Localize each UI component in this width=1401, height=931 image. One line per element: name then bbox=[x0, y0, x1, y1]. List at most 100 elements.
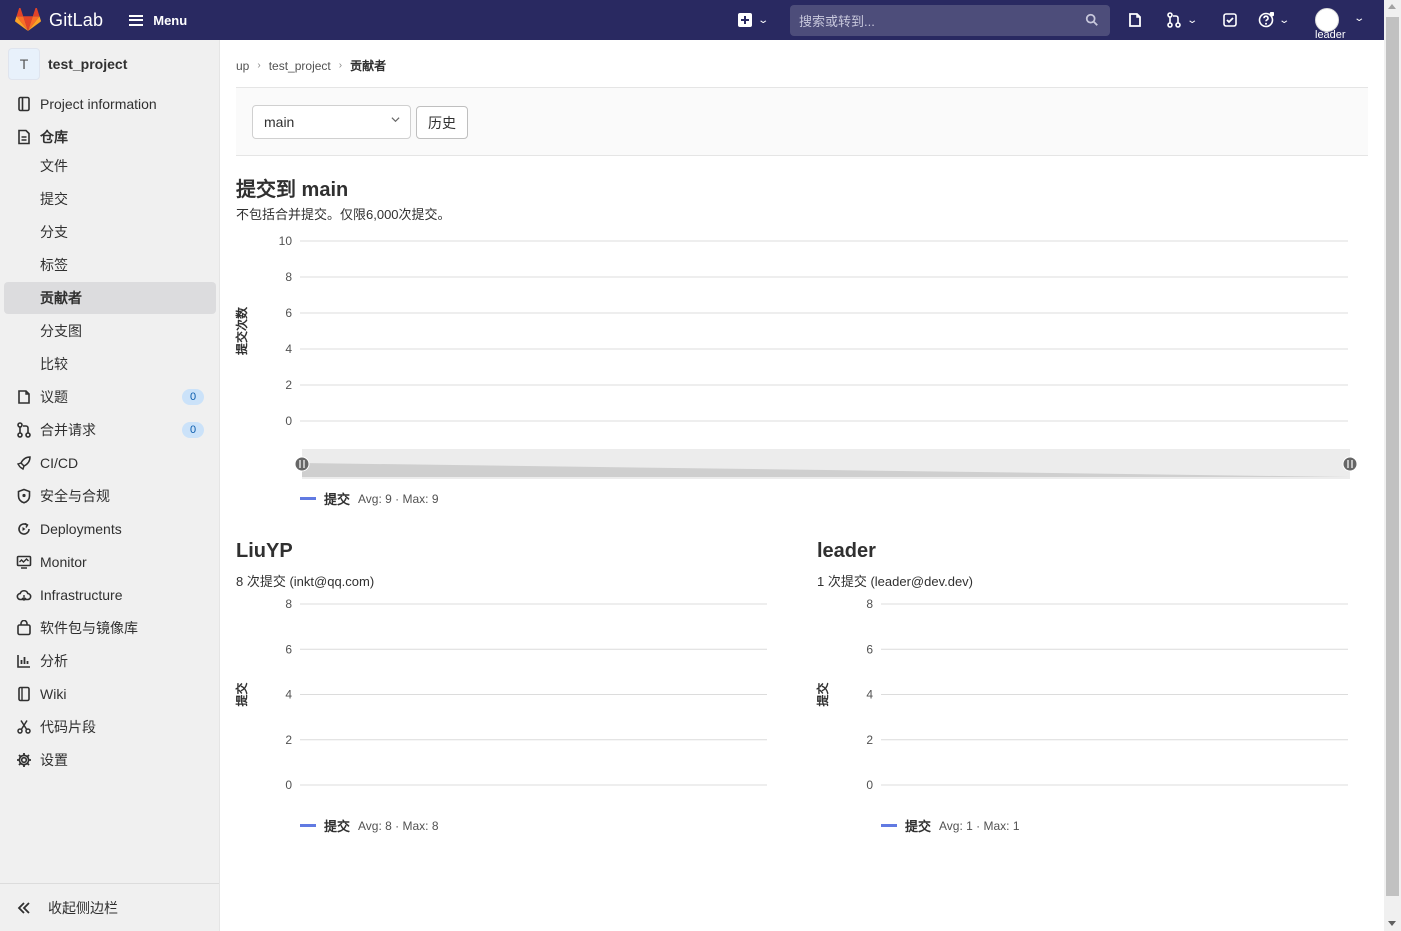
branch-select[interactable]: main bbox=[252, 105, 411, 139]
sidebar-item-tags[interactable]: 标签 bbox=[4, 249, 216, 281]
menu-button[interactable]: Menu bbox=[129, 13, 187, 28]
main-commits-chart: 10 8 6 4 2 0 提交次数 bbox=[234, 234, 1358, 479]
sidebar-item-snippets[interactable]: 代码片段 bbox=[4, 711, 216, 743]
sidebar-item-deployments[interactable]: Deployments bbox=[4, 513, 216, 545]
sidebar-item-label: 合并请求 bbox=[40, 422, 96, 438]
merge-requests-button[interactable]: ⌄ bbox=[1166, 10, 1198, 30]
chevron-right-icon: › bbox=[257, 60, 261, 71]
zoom-handle[interactable] bbox=[1342, 456, 1358, 472]
scroll-up-arrow-icon[interactable] bbox=[1388, 4, 1396, 9]
breadcrumb-item[interactable]: test_project bbox=[269, 59, 331, 73]
sidebar-project-header[interactable]: T test_project bbox=[0, 40, 219, 87]
deployments-icon bbox=[18, 522, 30, 535]
legend-series-name: 提交 bbox=[905, 819, 932, 834]
y-tick-label: 6 bbox=[866, 642, 873, 656]
sidebar: T test_project Project information 仓库 文件… bbox=[0, 40, 220, 931]
sidebar-item-label: Monitor bbox=[40, 554, 87, 570]
gitlab-logo[interactable]: GitLab bbox=[15, 8, 103, 32]
brand-name: GitLab bbox=[49, 9, 104, 30]
sidebar-item-label: 标签 bbox=[40, 257, 68, 273]
sidebar-item-graph[interactable]: 分支图 bbox=[4, 315, 216, 347]
y-tick-label: 4 bbox=[866, 688, 873, 702]
zoom-handle-knob bbox=[1342, 456, 1358, 472]
search-input[interactable]: 搜索或转到... bbox=[790, 5, 1110, 36]
book-icon bbox=[18, 686, 30, 702]
sidebar-item-project-information[interactable]: Project information bbox=[4, 88, 216, 120]
page-title: 提交到 main bbox=[236, 179, 349, 201]
y-axis-title: 提交 bbox=[815, 682, 830, 706]
sidebar-item-settings[interactable]: 设置 bbox=[4, 744, 216, 776]
top-navbar: GitLab Menu ⌄ 搜索或转到... ⌄ ⌄ leader ⌄ bbox=[0, 0, 1384, 41]
contributor-chart-legend: 提交 Avg: 1 · Max: 1 bbox=[881, 816, 1020, 835]
breadcrumb-item[interactable]: up bbox=[236, 59, 249, 73]
y-tick-label: 6 bbox=[285, 306, 292, 320]
monitor-icon bbox=[16, 555, 32, 569]
chevron-down-icon: ⌄ bbox=[1278, 14, 1291, 26]
y-tick-label: 8 bbox=[285, 270, 292, 284]
scroll-down-arrow-icon[interactable] bbox=[1388, 921, 1396, 926]
info-icon bbox=[18, 96, 30, 112]
legend-stats: Avg: 1 · Max: 1 bbox=[939, 818, 1020, 833]
branch-select-value: main bbox=[264, 114, 295, 130]
project-name: test_project bbox=[48, 55, 128, 72]
avatar-username: leader bbox=[1315, 29, 1346, 41]
project-avatar: T bbox=[8, 47, 40, 80]
y-tick-label: 0 bbox=[285, 414, 292, 428]
sidebar-item-label: Deployments bbox=[40, 521, 122, 537]
sidebar-item-label: 比较 bbox=[40, 356, 68, 372]
sidebar-item-security[interactable]: 安全与合规 bbox=[4, 480, 216, 512]
scrollbar-thumb[interactable] bbox=[1386, 17, 1399, 896]
rocket-icon bbox=[16, 456, 31, 471]
sidebar-item-packages[interactable]: 软件包与镜像库 bbox=[4, 612, 216, 644]
double-chevron-left-icon bbox=[17, 901, 30, 914]
contributor-info: 8 次提交 (inkt@qq.com) bbox=[236, 574, 375, 589]
cloud-icon bbox=[16, 590, 32, 601]
chevron-down-icon: ⌄ bbox=[757, 14, 770, 26]
y-tick-label: 8 bbox=[285, 597, 292, 611]
zoom-handle[interactable] bbox=[294, 456, 310, 472]
new-dropdown-button[interactable]: ⌄ bbox=[737, 10, 770, 30]
breadcrumb: up › test_project › 贡献者 bbox=[236, 57, 386, 74]
y-tick-label: 8 bbox=[866, 597, 873, 611]
sidebar-item-monitor[interactable]: Monitor bbox=[4, 546, 216, 578]
legend-series-name: 提交 bbox=[324, 819, 351, 834]
sidebar-item-contributors[interactable]: 贡献者 bbox=[4, 282, 216, 314]
sidebar-item-files[interactable]: 文件 bbox=[4, 150, 216, 182]
history-button[interactable]: 历史 bbox=[416, 106, 468, 139]
ref-toolbar: main 历史 bbox=[236, 87, 1368, 156]
sidebar-item-repository[interactable]: 仓库 bbox=[4, 121, 216, 153]
breadcrumb-current[interactable]: 贡献者 bbox=[350, 57, 386, 74]
page-scrollbar[interactable] bbox=[1384, 0, 1401, 931]
main-chart-legend: 提交 Avg: 9 · Max: 9 bbox=[300, 489, 439, 508]
sidebar-item-label: Project information bbox=[40, 96, 157, 112]
legend-swatch bbox=[881, 824, 897, 827]
chevron-right-icon: › bbox=[338, 60, 343, 71]
sidebar-item-merge-requests[interactable]: 合并请求 0 bbox=[4, 414, 216, 446]
contributor-name: leader bbox=[817, 540, 876, 562]
todos-button[interactable] bbox=[1222, 10, 1238, 30]
issues-button[interactable] bbox=[1127, 10, 1143, 30]
sidebar-item-commits[interactable]: 提交 bbox=[4, 183, 216, 215]
sidebar-item-label: 设置 bbox=[40, 752, 68, 768]
sidebar-item-label: 仓库 bbox=[40, 129, 68, 145]
sidebar-item-analytics[interactable]: 分析 bbox=[4, 645, 216, 677]
sidebar-item-issues[interactable]: 议题 0 bbox=[4, 381, 216, 413]
sidebar-item-infrastructure[interactable]: Infrastructure bbox=[4, 579, 216, 611]
collapse-sidebar-button[interactable]: 收起侧边栏 bbox=[0, 883, 219, 931]
help-button[interactable]: ⌄ bbox=[1258, 10, 1291, 30]
shield-icon bbox=[17, 488, 31, 504]
y-axis-title: 提交次数 bbox=[234, 306, 249, 355]
issues-icon bbox=[1129, 13, 1141, 27]
chevron-down-icon bbox=[391, 117, 400, 123]
sidebar-item-branches[interactable]: 分支 bbox=[4, 216, 216, 248]
sidebar-item-cicd[interactable]: CI/CD bbox=[4, 447, 216, 479]
contributor-chart-legend: 提交 Avg: 8 · Max: 8 bbox=[300, 816, 439, 835]
user-menu[interactable]: leader ⌄ bbox=[1313, 7, 1373, 41]
sidebar-item-compare[interactable]: 比较 bbox=[4, 348, 216, 380]
sidebar-item-wiki[interactable]: Wiki bbox=[4, 678, 216, 710]
sidebar-item-label: Wiki bbox=[40, 686, 67, 702]
legend-swatch bbox=[300, 824, 316, 827]
contributor-chart-liuyp: 8 6 4 2 0 提交 bbox=[234, 597, 767, 792]
gitlab-tanuki-icon bbox=[15, 8, 41, 31]
y-tick-label: 10 bbox=[279, 234, 293, 248]
